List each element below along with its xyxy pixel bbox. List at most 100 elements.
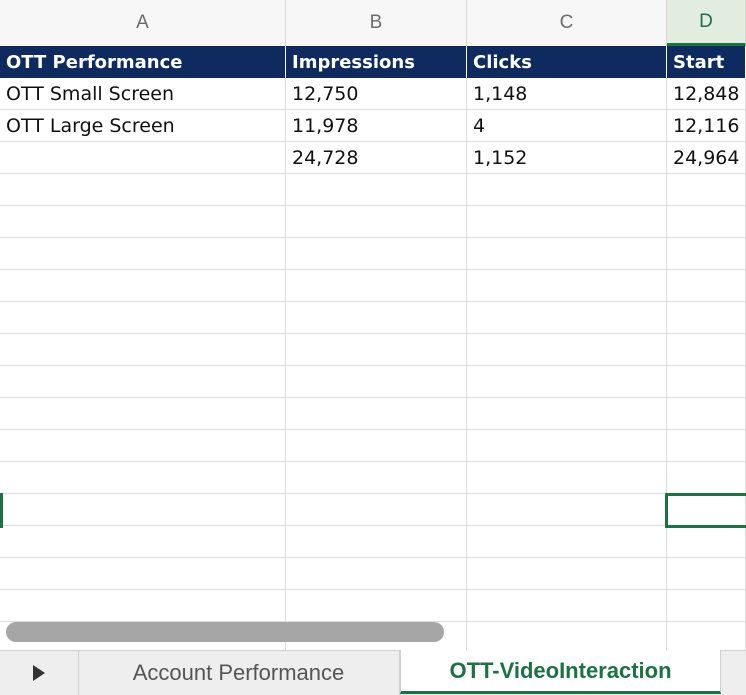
table-row: OTT Large Screen 11,978 4 12,116	[0, 110, 746, 142]
empty-cell[interactable]	[0, 494, 286, 526]
empty-cell[interactable]	[467, 430, 667, 462]
empty-cell[interactable]	[0, 302, 286, 334]
table-cell[interactable]: 11,978	[286, 110, 467, 142]
table-cell[interactable]: 12,848	[667, 78, 746, 110]
empty-cell[interactable]	[667, 270, 746, 302]
column-header-c[interactable]: C	[467, 0, 667, 46]
empty-row	[0, 590, 746, 622]
empty-cell[interactable]	[286, 334, 467, 366]
empty-cell[interactable]	[667, 398, 746, 430]
column-header-a[interactable]: A	[0, 0, 286, 46]
empty-cell[interactable]	[467, 622, 667, 650]
empty-cell[interactable]	[467, 526, 667, 558]
table-cell[interactable]	[0, 142, 286, 174]
table-cell[interactable]: 12,116	[667, 110, 746, 142]
empty-cell[interactable]	[0, 366, 286, 398]
empty-cell[interactable]	[286, 398, 467, 430]
column-header-d[interactable]: D	[667, 0, 746, 46]
column-header-b[interactable]: B	[286, 0, 467, 46]
play-right-icon	[33, 665, 45, 681]
empty-cell[interactable]	[286, 430, 467, 462]
tab-ott-videointeraction[interactable]: OTT-VideoInteraction	[400, 650, 721, 694]
empty-cell[interactable]	[467, 398, 667, 430]
empty-cell[interactable]	[467, 302, 667, 334]
table-cell[interactable]: 1,148	[467, 78, 667, 110]
empty-cell[interactable]	[286, 206, 467, 238]
empty-cell[interactable]	[0, 174, 286, 206]
active-row-marker	[0, 493, 3, 528]
empty-cell[interactable]	[0, 430, 286, 462]
empty-row	[0, 174, 746, 206]
empty-cell[interactable]	[286, 494, 467, 526]
table-cell[interactable]: 12,750	[286, 78, 467, 110]
empty-cell[interactable]	[467, 366, 667, 398]
empty-row	[0, 430, 746, 462]
empty-cell[interactable]	[286, 270, 467, 302]
empty-cell[interactable]	[286, 526, 467, 558]
empty-cell[interactable]	[286, 174, 467, 206]
empty-cell[interactable]	[667, 366, 746, 398]
empty-cell[interactable]	[667, 430, 746, 462]
header-cell-clicks[interactable]: Clicks	[467, 46, 667, 78]
tab-account-performance[interactable]: Account Performance	[78, 651, 400, 695]
empty-cell[interactable]	[286, 558, 467, 590]
empty-cell[interactable]	[0, 206, 286, 238]
empty-cell[interactable]	[286, 590, 467, 622]
active-cell-selection[interactable]	[665, 493, 746, 528]
empty-cell[interactable]	[667, 302, 746, 334]
empty-cell[interactable]	[667, 206, 746, 238]
empty-cell[interactable]	[667, 238, 746, 270]
table-cell[interactable]: 1,152	[467, 142, 667, 174]
horizontal-scrollbar-thumb[interactable]	[6, 622, 444, 642]
empty-cell[interactable]	[667, 174, 746, 206]
header-cell-impressions[interactable]: Impressions	[286, 46, 467, 78]
empty-cell[interactable]	[0, 238, 286, 270]
empty-cell[interactable]	[467, 206, 667, 238]
empty-cell[interactable]	[467, 174, 667, 206]
empty-cell[interactable]	[286, 366, 467, 398]
spreadsheet-grid[interactable]: A B C D OTT Performance Impressions Clic…	[0, 0, 746, 650]
empty-cell[interactable]	[0, 526, 286, 558]
empty-cell[interactable]	[0, 398, 286, 430]
empty-cell[interactable]	[0, 270, 286, 302]
empty-cell[interactable]	[467, 238, 667, 270]
empty-cell[interactable]	[0, 462, 286, 494]
empty-cell[interactable]	[667, 334, 746, 366]
header-cell-start[interactable]: Start	[667, 46, 746, 78]
empty-cell[interactable]	[667, 622, 746, 650]
empty-cell[interactable]	[286, 462, 467, 494]
empty-cell[interactable]	[667, 590, 746, 622]
empty-row	[0, 526, 746, 558]
table-cell[interactable]: OTT Small Screen	[0, 78, 286, 110]
table-cell[interactable]: OTT Large Screen	[0, 110, 286, 142]
empty-row	[0, 334, 746, 366]
empty-cell[interactable]	[467, 590, 667, 622]
empty-row	[0, 206, 746, 238]
table-row: OTT Small Screen 12,750 1,148 12,848	[0, 78, 746, 110]
sheet-tab-bar: Account Performance OTT-VideoInteraction	[0, 650, 746, 695]
empty-cell[interactable]	[667, 558, 746, 590]
empty-cell[interactable]	[467, 462, 667, 494]
empty-cell[interactable]	[0, 590, 286, 622]
empty-cell[interactable]	[667, 526, 746, 558]
empty-cell[interactable]	[0, 558, 286, 590]
empty-row	[0, 462, 746, 494]
header-cell-performance[interactable]: OTT Performance	[0, 46, 286, 78]
empty-row	[0, 238, 746, 270]
empty-cell[interactable]	[286, 238, 467, 270]
empty-cell[interactable]	[467, 334, 667, 366]
table-cell[interactable]: 24,964	[667, 142, 746, 174]
sheet-nav-button[interactable]	[0, 651, 79, 695]
empty-cell[interactable]	[0, 334, 286, 366]
table-cell[interactable]: 4	[467, 110, 667, 142]
empty-cell[interactable]	[467, 558, 667, 590]
empty-row	[0, 398, 746, 430]
empty-cell[interactable]	[467, 270, 667, 302]
empty-cell[interactable]	[667, 462, 746, 494]
table-cell[interactable]: 24,728	[286, 142, 467, 174]
empty-cell[interactable]	[467, 494, 667, 526]
empty-row	[0, 366, 746, 398]
table-header-row: OTT Performance Impressions Clicks Start	[0, 46, 746, 78]
empty-row	[0, 302, 746, 334]
empty-cell[interactable]	[286, 302, 467, 334]
